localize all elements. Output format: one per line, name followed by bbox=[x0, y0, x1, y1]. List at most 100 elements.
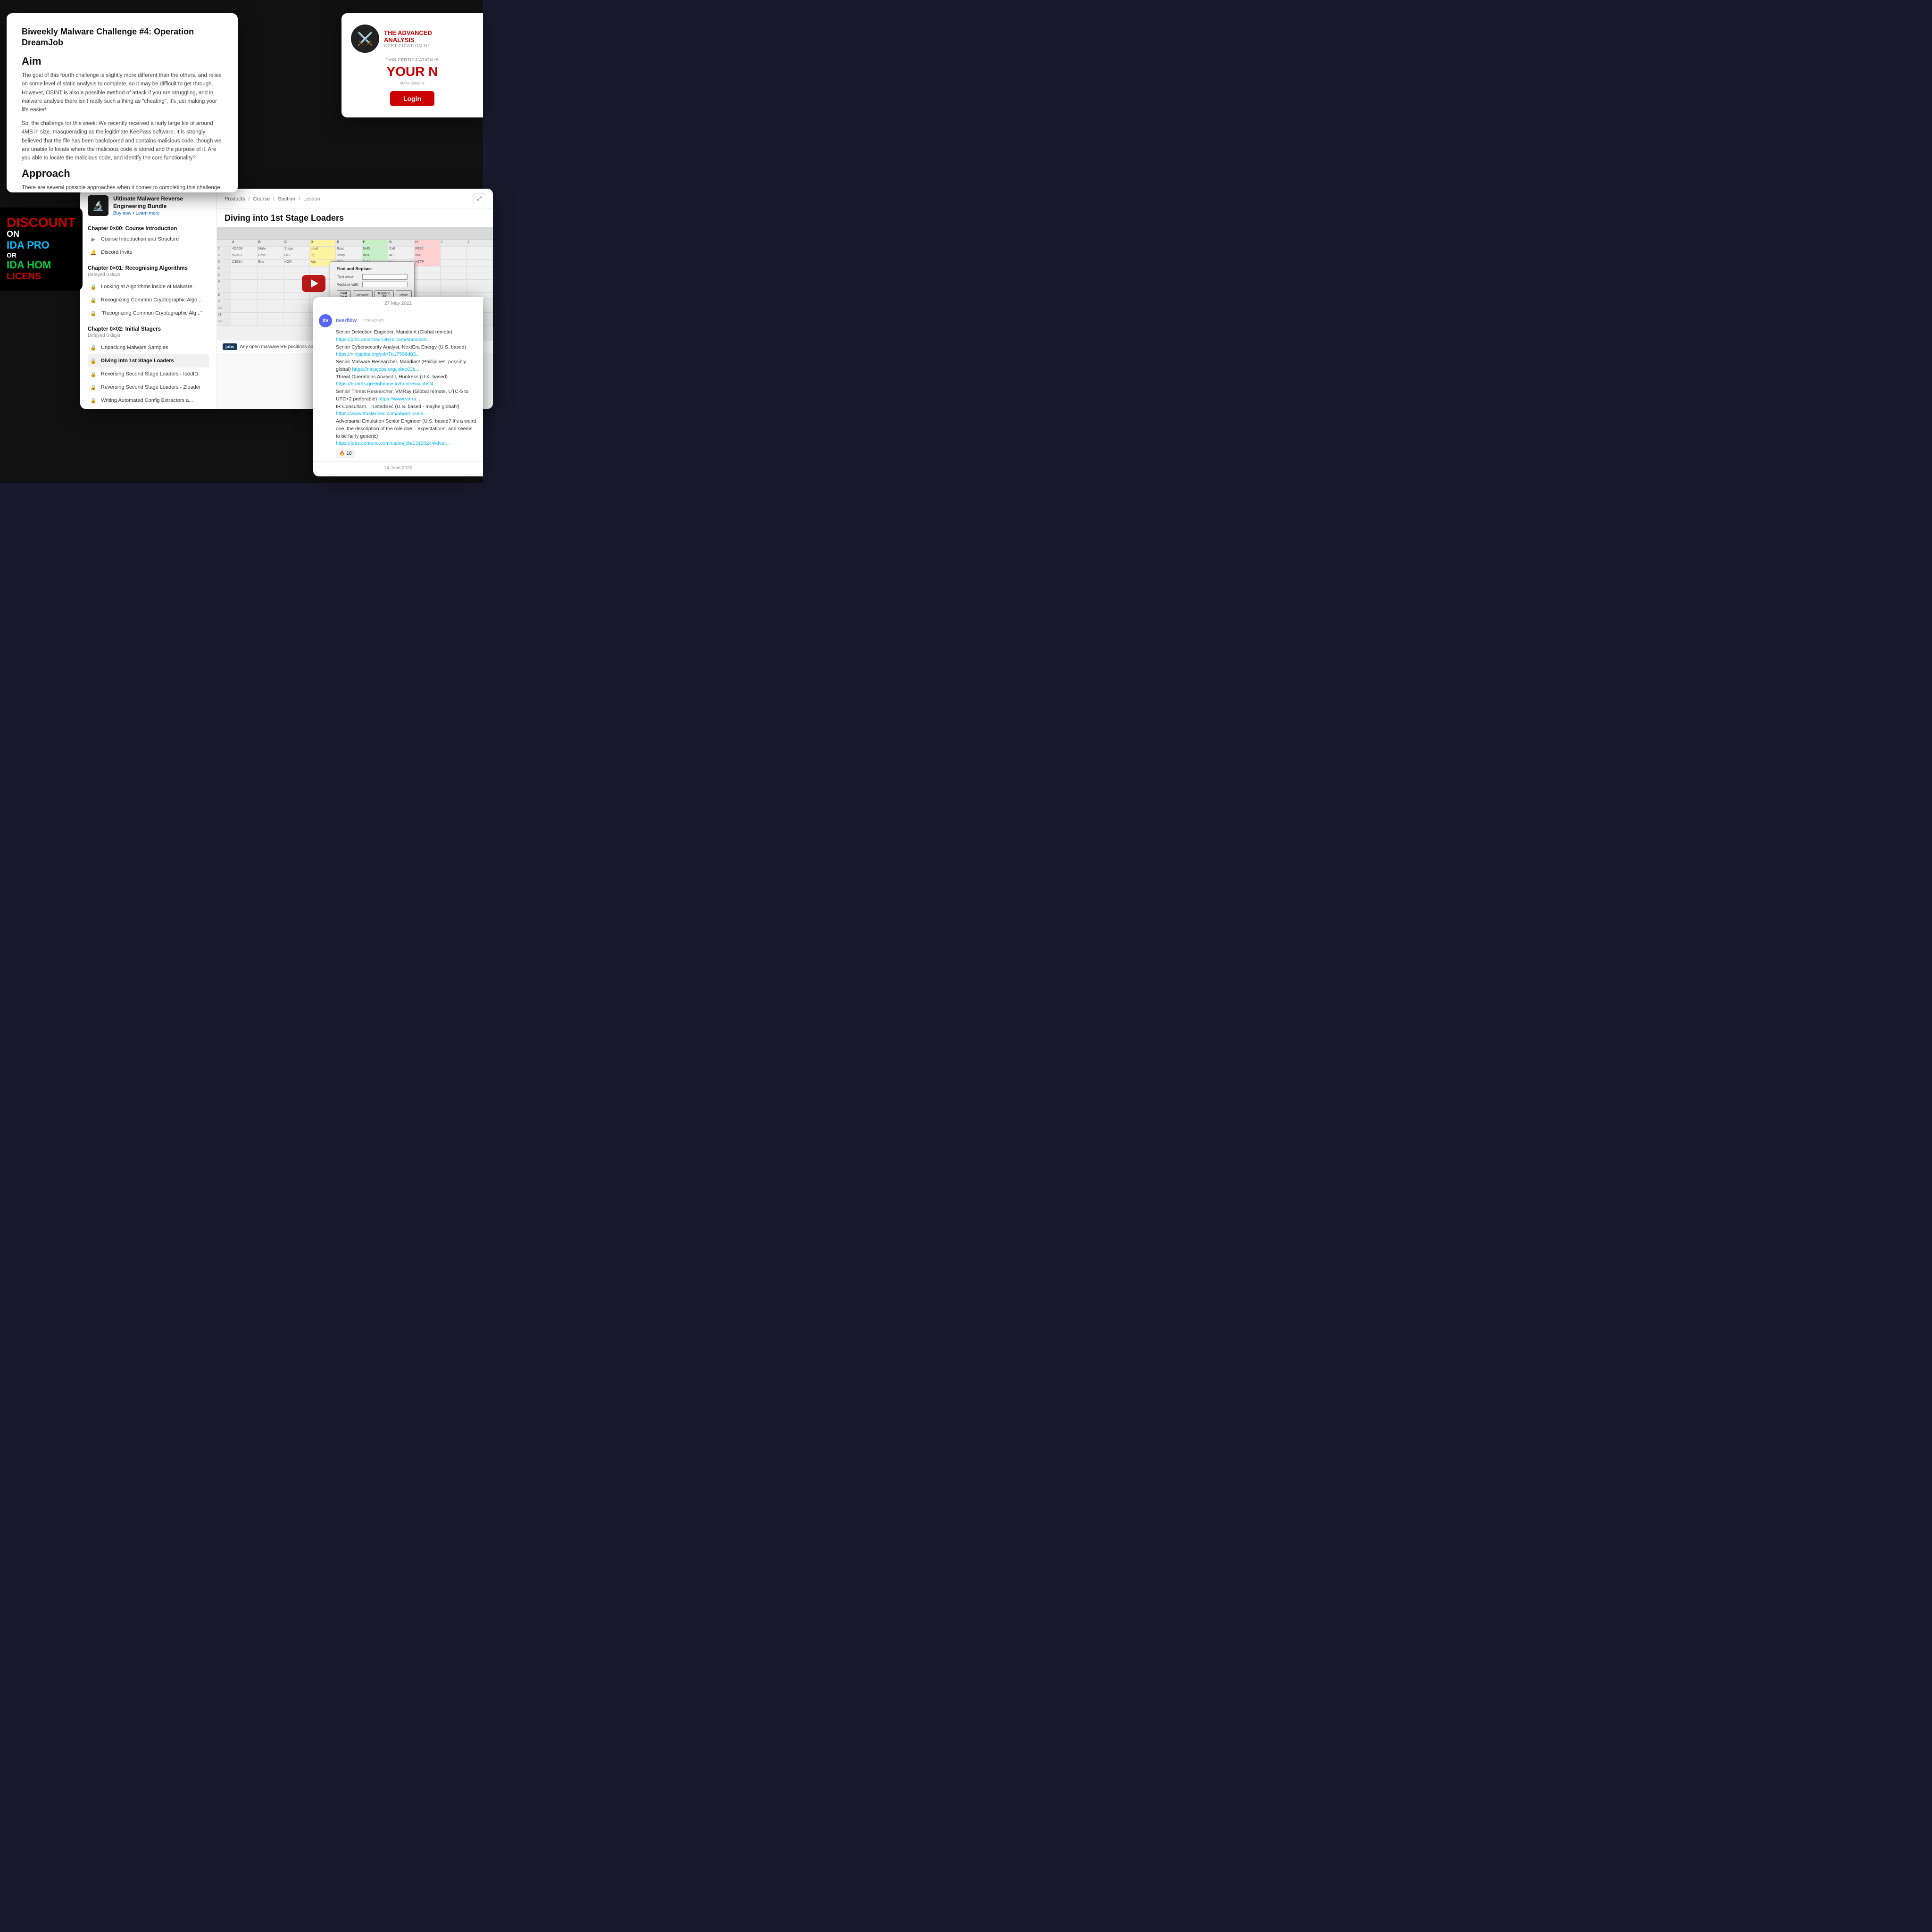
video-icon: ▶ bbox=[90, 235, 97, 243]
course-sidebar: 🔬 Ultimate Malware Reverse Engineering B… bbox=[80, 189, 217, 409]
cert-of-label: CERTIFICATION OF bbox=[384, 43, 432, 48]
course-bundle-name: Ultimate Malware Reverse Engineering Bun… bbox=[113, 195, 209, 210]
chapter-0x01-subtitle: Delayed 0 days bbox=[88, 272, 209, 277]
lesson-intro-label: Course Introduction and Structure bbox=[101, 236, 179, 242]
on-label: ON bbox=[7, 229, 76, 239]
expand-button[interactable]: ⤢ bbox=[473, 193, 485, 204]
lesson-algorithms[interactable]: 🔒 Looking at Algorithms inside of Malwar… bbox=[88, 280, 209, 293]
cert-helmet-icon: ⚔️ bbox=[351, 25, 379, 53]
chat-line-1: Senior Detection Engineer, Mandiant (Glo… bbox=[336, 329, 477, 344]
lock-icon: 🔒 bbox=[90, 357, 97, 365]
chat-link-5[interactable]: https://www.vmra... bbox=[378, 396, 420, 402]
lesson-diving-1st-stage[interactable]: 🔒 Diving into 1st Stage Loaders bbox=[88, 354, 209, 367]
lesson-unpacking-label: Unpacking Malware Samples bbox=[101, 344, 168, 351]
find-input[interactable] bbox=[362, 274, 408, 280]
cert-your-name: YOUR N bbox=[351, 64, 474, 79]
blog-approach-para: There are several possible approaches wh… bbox=[22, 183, 223, 192]
reaction-emoji: 🔥 bbox=[339, 451, 345, 456]
cert-line1: THE ADVANCED bbox=[384, 29, 432, 37]
lock-icon: 🔒 bbox=[90, 370, 97, 378]
blog-approach-heading: Approach bbox=[22, 167, 223, 180]
cert-logo-area: ⚔️ THE ADVANCED ANALYSIS CERTIFICATION O… bbox=[351, 25, 474, 53]
lesson-zloader-label: Reversing Second Stage Loaders - Zloader bbox=[101, 384, 201, 391]
lesson-crypto-1[interactable]: 🔒 Recognizing Common Cryptographic Algo.… bbox=[88, 293, 209, 307]
lesson-crypto-2[interactable]: 🔒 "Recognizing Common Cryptographic Alg.… bbox=[88, 307, 209, 320]
ida-pro-label: IDA PRO bbox=[7, 239, 76, 251]
chapter-0x02-subtitle: Delayed 0 days bbox=[88, 333, 209, 338]
course-lesson-title: Diving into 1st Stage Loaders bbox=[217, 208, 493, 227]
chat-link-1[interactable]: https://jobs.smartrecruiters.com/Mandian… bbox=[336, 337, 431, 342]
lesson-unpacking[interactable]: 🔒 Unpacking Malware Samples bbox=[88, 341, 209, 354]
chat-message-1-header: 0v 0verfl0w_ 27/05/2022 bbox=[319, 314, 477, 327]
breadcrumb-products[interactable]: Products bbox=[225, 196, 245, 202]
chapter-0x00: Chapter 0×00: Course Introduction ▶ Cour… bbox=[80, 221, 217, 261]
ss-col-g: G bbox=[388, 240, 415, 246]
chat-text-1: Senior Detection Engineer, Mandiant (Glo… bbox=[319, 329, 477, 448]
chapter-0x02-title: Chapter 0×02: Initial Stagers bbox=[88, 326, 209, 332]
replace-label: Replace with: bbox=[337, 283, 360, 287]
ss-col-b: B bbox=[258, 240, 284, 246]
blog-card: Biweekly Malware Challenge #4: Operation… bbox=[7, 13, 238, 192]
find-label: Find what: bbox=[337, 275, 360, 279]
chat-line-5: Senior Threat Researcher, VMRay (Global … bbox=[336, 388, 477, 403]
blog-aim-para2: So, the challenge for this week: We rece… bbox=[22, 119, 223, 163]
lock-icon: 🔒 bbox=[90, 296, 97, 304]
ss-row-1: 1 4DA5B Malw Stage Load Exec 0x45 Call P… bbox=[217, 247, 493, 253]
ss-col-f: F bbox=[362, 240, 389, 246]
lock-icon: 🔒 bbox=[90, 397, 97, 404]
ss-col-j: J bbox=[467, 240, 493, 246]
blog-aim-heading: Aim bbox=[22, 55, 223, 67]
lesson-intro-structure[interactable]: ▶ Course Introduction and Structure bbox=[88, 233, 209, 246]
breadcrumb-course[interactable]: Course bbox=[253, 196, 270, 202]
chapter-0x01: Chapter 0×01: Recognising Algorithms Del… bbox=[80, 261, 217, 322]
ss-col-a: A bbox=[231, 240, 258, 246]
chat-avatar-1: 0v bbox=[319, 314, 332, 327]
lesson-reversing-icedid[interactable]: 🔒 Reversing Second Stage Loaders - IcedI… bbox=[88, 367, 209, 381]
chat-message-1: 0v 0verfl0w_ 27/05/2022 Senior Detection… bbox=[313, 310, 483, 462]
replace-input[interactable] bbox=[362, 282, 408, 287]
reaction-count: 10 bbox=[346, 451, 351, 456]
lock-icon: 🔒 bbox=[90, 283, 97, 291]
bell-icon: 🔔 bbox=[90, 249, 97, 256]
course-sidebar-header: 🔬 Ultimate Malware Reverse Engineering B… bbox=[80, 189, 217, 221]
blog-aim-para1: The goal of this fourth challenge is sli… bbox=[22, 71, 223, 115]
blog-title: Biweekly Malware Challenge #4: Operation… bbox=[22, 26, 223, 49]
lock-icon: 🔒 bbox=[90, 344, 97, 351]
lesson-algorithms-label: Looking at Algorithms inside of Malware bbox=[101, 283, 192, 290]
breadcrumb-section[interactable]: Section bbox=[278, 196, 295, 202]
lesson-discord[interactable]: 🔔 Discord Invite bbox=[88, 246, 209, 259]
login-button[interactable]: Login bbox=[390, 91, 434, 106]
chat-reaction-1[interactable]: 🔥 10 bbox=[336, 450, 355, 458]
chat-link-3[interactable]: https://ninjajobs.org/job/e83b... bbox=[352, 366, 419, 372]
chat-link-6[interactable]: https://www.trustedsec.com/about-us/ca..… bbox=[336, 411, 427, 416]
breadcrumb: Products / Course / Section / Lesson bbox=[225, 196, 320, 202]
lesson-reversing-zloader[interactable]: 🔒 Reversing Second Stage Loaders - Zload… bbox=[88, 381, 209, 394]
cert-line2: ANALYSIS bbox=[384, 36, 432, 43]
lock-icon: 🔒 bbox=[90, 309, 97, 317]
lock-icon: 🔒 bbox=[90, 383, 97, 391]
chat-link-7[interactable]: https://jobs.centene.com/us/en/job/13120… bbox=[336, 441, 450, 446]
course-thumbnail: 🔬 bbox=[88, 195, 108, 216]
cert-zero-note: of the Zeroons bbox=[351, 81, 474, 85]
ida-home-label: IDA HOM bbox=[7, 259, 76, 271]
cert-this-is: THIS CERTIFICATION IS bbox=[351, 58, 474, 62]
play-button[interactable] bbox=[302, 275, 325, 292]
chat-line-6: IR Consultant, TrustedSec (U.S. based - … bbox=[336, 403, 477, 418]
course-main-header: Products / Course / Section / Lesson ⤢ bbox=[217, 189, 493, 208]
discount-label: DISCOUNT bbox=[7, 216, 76, 229]
chapter-0x01-title: Chapter 0×01: Recognising Algorithms bbox=[88, 266, 209, 271]
chat-link-2[interactable]: https://ninjajobs.org/job/7a17506d83... bbox=[336, 351, 420, 357]
ss-col-h: H bbox=[415, 240, 441, 246]
lesson-discord-label: Discord Invite bbox=[101, 249, 133, 256]
lesson-config-label: Writing Automated Config Extractors a... bbox=[101, 397, 193, 404]
lesson-diving-label: Diving into 1st Stage Loaders bbox=[101, 358, 174, 364]
chat-line-7: Adversarial Emulation Senior Engineer (U… bbox=[336, 418, 477, 448]
date-divider-1: 27 May 2022 bbox=[313, 297, 483, 310]
cert-title-block: THE ADVANCED ANALYSIS CERTIFICATION OF bbox=[384, 29, 432, 49]
course-buy-links: Buy now • Learn more bbox=[113, 211, 209, 216]
chapter-0x00-title: Chapter 0×00: Course Introduction bbox=[88, 226, 209, 232]
lesson-config-extractor[interactable]: 🔒 Writing Automated Config Extractors a.… bbox=[88, 394, 209, 407]
date-divider-2: 14 June 2022 bbox=[313, 462, 483, 475]
chat-link-4[interactable]: https://boards.greenhouse.io/huntress/jo… bbox=[336, 381, 438, 387]
ss-col-d: D bbox=[310, 240, 336, 246]
